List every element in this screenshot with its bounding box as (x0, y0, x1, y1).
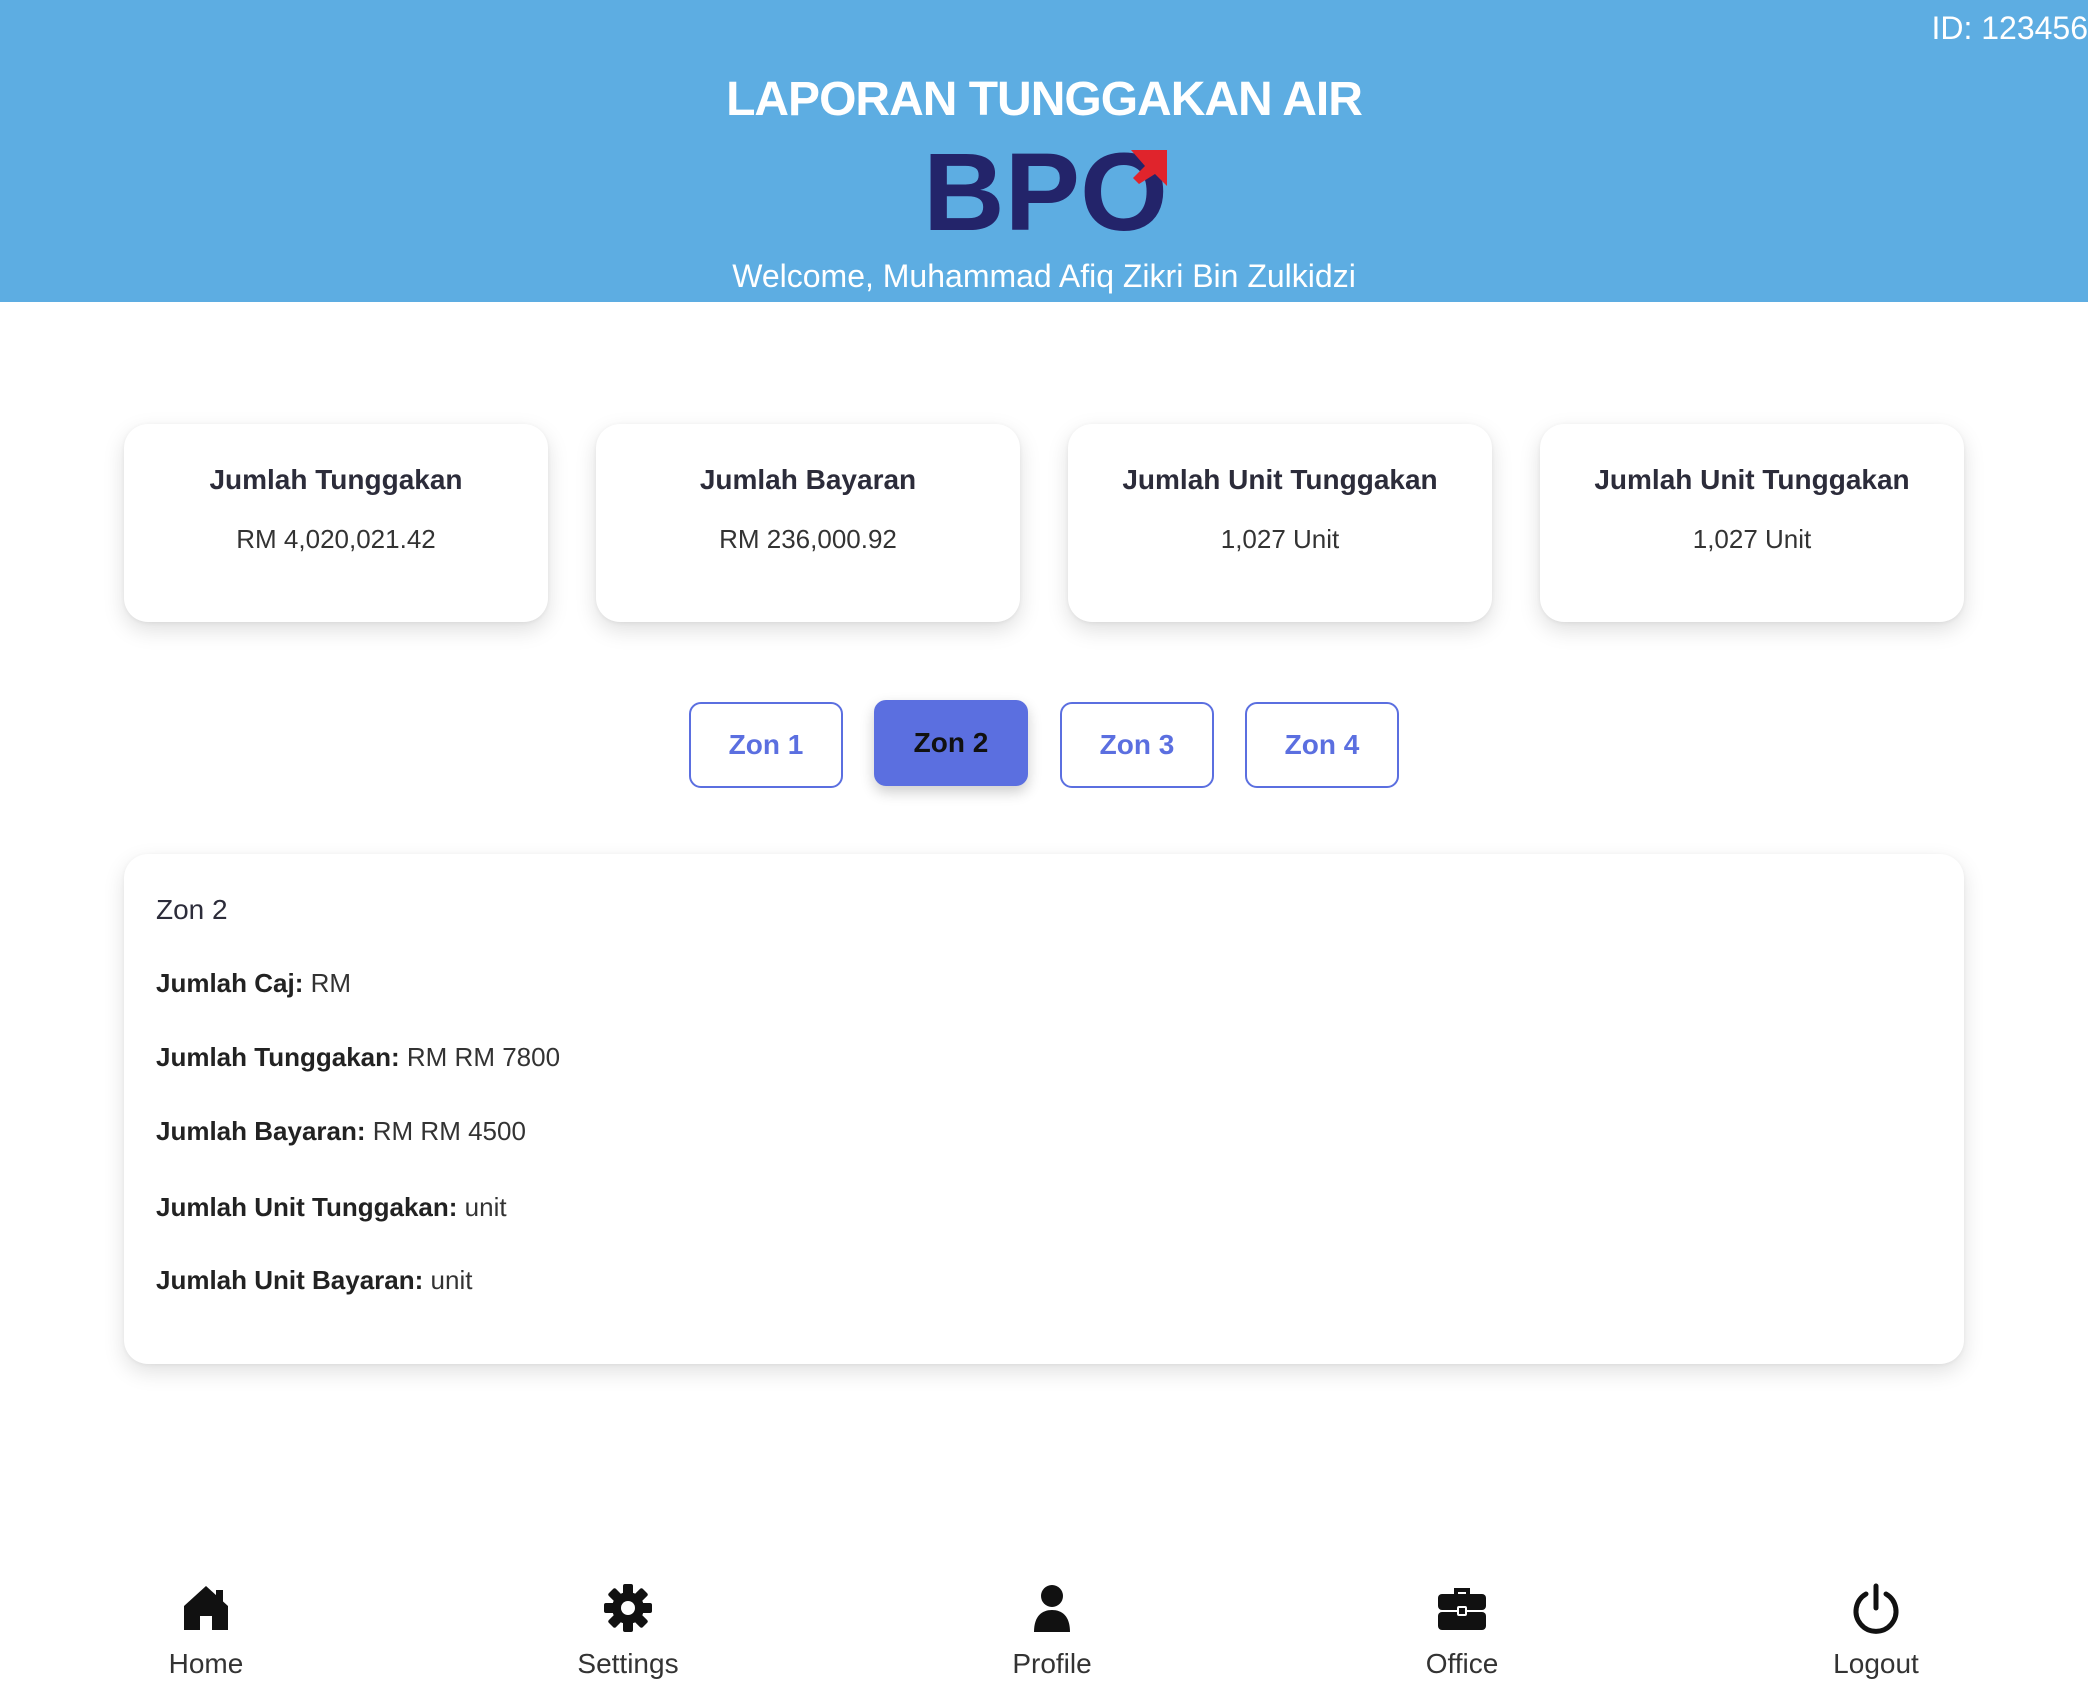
detail-value: unit (464, 1192, 507, 1222)
detail-value: unit (430, 1265, 473, 1295)
summary-card-jumlah-bayaran: Jumlah Bayaran RM 236,000.92 (596, 424, 1020, 622)
nav-item-office[interactable]: Office (1362, 1570, 1562, 1690)
svg-text:BPO: BPO (923, 146, 1168, 234)
summary-cards: Jumlah Tunggakan RM 4,020,021.42 Jumlah … (124, 424, 1964, 622)
app-header: ID: 123456 LAPORAN TUNGGAKAN AIR BPO Wel… (0, 0, 2088, 302)
detail-row-jumlah-bayaran: Jumlah Bayaran: RM RM 4500 (156, 1116, 526, 1147)
briefcase-icon (1438, 1588, 1486, 1630)
detail-label: Jumlah Unit Tunggakan: (156, 1192, 458, 1222)
card-value: 1,027 Unit (1692, 524, 1812, 554)
card-title: Jumlah Unit Tunggakan (1122, 464, 1438, 495)
zone-detail-panel: Zon 2 Jumlah Caj: RM Jumlah Tunggakan: R… (124, 854, 1964, 1364)
detail-label: Jumlah Unit Bayaran: (156, 1265, 424, 1295)
summary-card-unit-tunggakan-2: Jumlah Unit Tunggakan 1,027 Unit (1540, 424, 1964, 622)
bpo-logo-graphic: BPO (923, 131, 1168, 254)
detail-label: Jumlah Tunggakan: (156, 1042, 400, 1072)
detail-value: RM (310, 968, 352, 998)
detail-row-jumlah-tunggakan: Jumlah Tunggakan: RM RM 7800 (156, 1042, 560, 1073)
detail-label: Jumlah Caj: (156, 968, 304, 998)
tab-zon-1[interactable]: Zon 1 (689, 702, 843, 788)
tab-zon-2[interactable]: Zon 2 (874, 700, 1028, 786)
card-title: Jumlah Bayaran (699, 464, 917, 495)
nav-label: Profile (1012, 1648, 1092, 1679)
nav-label: Logout (1833, 1648, 1919, 1679)
card-value: 1,027 Unit (1220, 524, 1340, 554)
tab-zon-4[interactable]: Zon 4 (1245, 702, 1399, 788)
user-icon (1034, 1585, 1070, 1632)
zone-tabs: Zon 1 Zon 2 Zon 3 Zon 4 (689, 700, 1401, 788)
nav-item-settings[interactable]: Settings (528, 1570, 728, 1690)
nav-item-profile[interactable]: Profile (952, 1570, 1152, 1690)
nav-item-home[interactable]: Home (106, 1570, 306, 1690)
nav-label: Office (1425, 1648, 1499, 1679)
detail-row-jumlah-caj: Jumlah Caj: RM (156, 968, 351, 999)
nav-label: Home (168, 1648, 244, 1679)
detail-row-unit-bayaran: Jumlah Unit Bayaran: unit (156, 1265, 472, 1296)
nav-label: Settings (577, 1648, 679, 1679)
bottom-nav: Home Settings Profile Office Logout (0, 1570, 2088, 1690)
zone-detail-title: Zon 2 (156, 894, 228, 925)
summary-card-jumlah-tunggakan: Jumlah Tunggakan RM 4,020,021.42 (124, 424, 548, 622)
detail-row-unit-tunggakan: Jumlah Unit Tunggakan: unit (156, 1192, 507, 1223)
gear-icon (604, 1584, 652, 1632)
power-icon (1853, 1583, 1899, 1634)
detail-value: RM RM 7800 (406, 1042, 561, 1072)
welcome-message: Welcome, Muhammad Afiq Zikri Bin Zulkidz… (732, 258, 1356, 294)
card-title: Jumlah Tunggakan (209, 464, 463, 495)
summary-card-unit-tunggakan: Jumlah Unit Tunggakan 1,027 Unit (1068, 424, 1492, 622)
user-id-label: ID: 123456 (1931, 10, 2088, 46)
nav-item-logout[interactable]: Logout (1776, 1570, 1976, 1690)
detail-value: RM RM 4500 (372, 1116, 526, 1146)
home-icon (184, 1586, 228, 1630)
page-title: LAPORAN TUNGGAKAN AIR (726, 73, 1363, 126)
bpo-logo: BPO (923, 131, 1168, 254)
detail-label: Jumlah Bayaran: (156, 1116, 366, 1146)
tab-zon-3[interactable]: Zon 3 (1060, 702, 1214, 788)
card-title: Jumlah Unit Tunggakan (1594, 464, 1910, 495)
card-value: RM 4,020,021.42 (236, 524, 436, 554)
card-value: RM 236,000.92 (719, 524, 897, 554)
